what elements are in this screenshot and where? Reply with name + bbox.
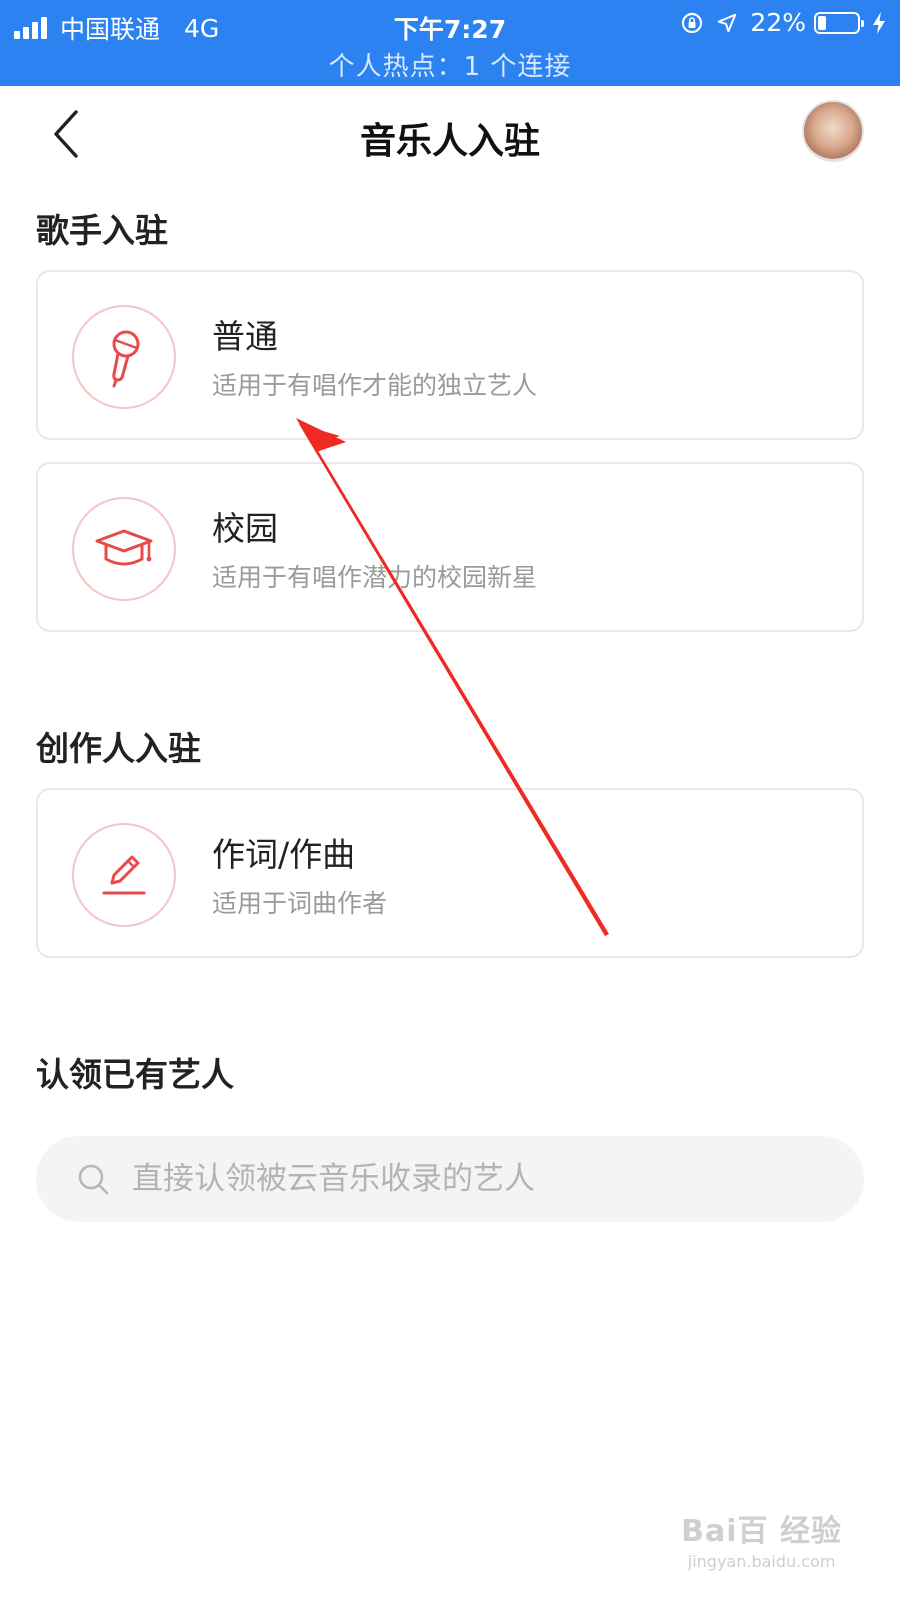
card-campus-singer[interactable]: 校园 适用于有唱作潜力的校园新星 (36, 462, 864, 632)
section-title-singer: 歌手入驻 (36, 211, 168, 250)
section-title-creator: 创作人入驻 (36, 729, 201, 768)
graduation-cap-icon (95, 529, 153, 566)
watermark-url: jingyan.baidu.com (687, 1552, 836, 1571)
hotspot-banner[interactable]: 个人热点：1 个连接 (0, 46, 900, 83)
avatar[interactable] (802, 100, 864, 162)
status-bar: 中国联通 4G 下午7:27 22% 个人热点：1 个连接 (0, 0, 900, 86)
card-regular-singer[interactable]: 普通 适用于有唱作才能的独立艺人 (36, 270, 864, 440)
location-icon (718, 13, 737, 32)
charging-icon (873, 11, 885, 34)
card-lyricist-composer[interactable]: 作词/作曲 适用于词曲作者 (36, 788, 864, 958)
search-icon (78, 1164, 109, 1195)
icon-ring (72, 497, 176, 601)
card-title: 作词/作曲 (212, 835, 356, 874)
baidu-jingyan-watermark: Bai百 经验 jingyan.baidu.com (681, 1506, 842, 1571)
pencil-icon (102, 855, 146, 895)
battery-icon (814, 11, 864, 34)
card-title: 普通 (212, 317, 278, 356)
search-input[interactable] (130, 1148, 864, 1210)
microphone-icon (112, 330, 140, 388)
card-description: 适用于有唱作才能的独立艺人 (212, 371, 538, 400)
icon-ring (72, 823, 176, 927)
icon-ring (72, 305, 176, 409)
card-description: 适用于有唱作潜力的校园新星 (212, 563, 538, 592)
card-title: 校园 (212, 509, 278, 548)
artist-search-bar[interactable] (36, 1136, 864, 1222)
orientation-lock-icon (682, 12, 703, 33)
nav-bar: 音乐人入驻 (0, 86, 900, 182)
page-title: 音乐人入驻 (359, 121, 540, 162)
section-title-claim: 认领已有艺人 (36, 1055, 234, 1094)
card-description: 适用于词曲作者 (212, 889, 388, 918)
battery-percent: 22% (750, 8, 806, 37)
watermark-brand: Bai百 经验 (681, 1514, 842, 1549)
